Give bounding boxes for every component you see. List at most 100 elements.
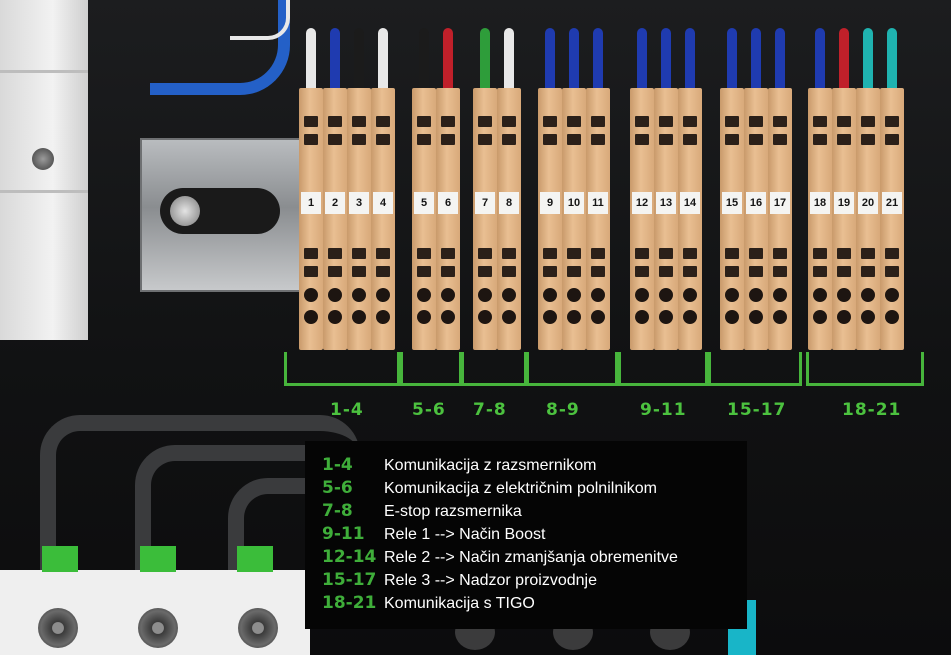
wire-red [839, 28, 849, 92]
wire-blue [751, 28, 761, 92]
wire-blue [637, 28, 647, 92]
green-cable-sleeve [140, 546, 176, 572]
terminal-block: 9 [538, 88, 562, 350]
terminal-block: 13 [654, 88, 678, 350]
terminal-block: 21 [880, 88, 904, 350]
wire-white [504, 28, 514, 92]
legend-text: Rele 3 --> Nadzor proizvodnje [384, 572, 597, 589]
wire-blue [775, 28, 785, 92]
terminal-block: 3 [347, 88, 371, 350]
green-cable-sleeve [42, 546, 78, 572]
terminal-number: 21 [882, 192, 902, 214]
legend-key: 1-4 [322, 455, 353, 475]
terminal-block: 5 [412, 88, 436, 350]
terminal-number: 9 [540, 192, 560, 214]
terminal-block: 15 [720, 88, 744, 350]
rail-screw-icon [170, 196, 200, 226]
legend-text: Rele 1 --> Način Boost [384, 526, 546, 543]
range-label-8-9: 8-9 [546, 400, 580, 420]
terminal-number: 17 [770, 192, 790, 214]
terminal-block: 16 [744, 88, 768, 350]
range-label-15-17: 15-17 [727, 400, 787, 420]
terminal-block: 14 [678, 88, 702, 350]
terminal-block: 12 [630, 88, 654, 350]
wire-teal [863, 28, 873, 92]
terminal-number: 16 [746, 192, 766, 214]
wire-blue [330, 28, 340, 92]
terminal-number: 20 [858, 192, 878, 214]
terminal-block: 11 [586, 88, 610, 350]
legend-key: 5-6 [322, 478, 353, 498]
terminal-block: 10 [562, 88, 586, 350]
wire-black [419, 28, 429, 92]
terminal-number: 10 [564, 192, 584, 214]
terminal-block: 20 [856, 88, 880, 350]
group-bracket [400, 352, 462, 386]
legend-text: Komunikacija z električnim polnilnikom [384, 480, 657, 497]
wire-white [306, 28, 316, 92]
range-label-18-21: 18-21 [842, 400, 902, 420]
terminal-block: 17 [768, 88, 792, 350]
white-wire [230, 0, 290, 40]
terminal-number: 8 [499, 192, 519, 214]
wire-blue [593, 28, 603, 92]
module-screw-icon [32, 148, 54, 170]
wire-blue [815, 28, 825, 92]
wire-teal [887, 28, 897, 92]
terminal-number: 2 [325, 192, 345, 214]
legend-key: 7-8 [322, 501, 353, 521]
wire-white [378, 28, 388, 92]
group-bracket [461, 352, 527, 386]
terminal-legend: 1-4 Komunikacija z razsmernikom 5-6 Komu… [305, 441, 747, 629]
terminal-number: 6 [438, 192, 458, 214]
group-bracket [526, 352, 618, 386]
range-label-5-6: 5-6 [412, 400, 446, 420]
group-bracket [708, 352, 802, 386]
breaker-screw-icon [38, 608, 78, 648]
terminal-block-photo: 1 2 3 4 5 6 7 8 9 10 11 12 13 14 15 16 17 18 19 20 21 1-4 5-… [0, 0, 951, 655]
legend-text: Komunikacija z razsmernikom [384, 457, 597, 474]
terminal-number: 3 [349, 192, 369, 214]
terminal-number: 4 [373, 192, 393, 214]
terminal-block: 7 [473, 88, 497, 350]
terminal-number: 11 [588, 192, 608, 214]
group-bracket [618, 352, 708, 386]
wire-blue [545, 28, 555, 92]
breaker-screw-icon [138, 608, 178, 648]
terminal-block: 19 [832, 88, 856, 350]
legend-text: Komunikacija s TIGO [384, 595, 535, 612]
terminal-block: 8 [497, 88, 521, 350]
wire-black [354, 28, 364, 92]
legend-key: 15-17 [322, 570, 377, 590]
terminal-number: 15 [722, 192, 742, 214]
wire-blue [685, 28, 695, 92]
group-bracket [284, 352, 400, 386]
group-bracket [806, 352, 924, 386]
legend-key: 9-11 [322, 524, 365, 544]
terminal-number: 18 [810, 192, 830, 214]
wire-blue [569, 28, 579, 92]
terminal-block: 6 [436, 88, 460, 350]
wire-blue [727, 28, 737, 92]
green-cable-sleeve [237, 546, 273, 572]
terminal-block: 18 [808, 88, 832, 350]
legend-key: 12-14 [322, 547, 377, 567]
terminal-block: 2 [323, 88, 347, 350]
terminal-block: 4 [371, 88, 395, 350]
wire-green [480, 28, 490, 92]
wire-red [443, 28, 453, 92]
legend-text: E-stop razsmernika [384, 503, 522, 520]
terminal-number: 1 [301, 192, 321, 214]
terminal-number: 5 [414, 192, 434, 214]
wire-blue [661, 28, 671, 92]
terminal-number: 13 [656, 192, 676, 214]
breaker-screw-icon [238, 608, 278, 648]
legend-text: Rele 2 --> Način zmanjšanja obremenitve [384, 549, 678, 566]
range-label-7-8: 7-8 [473, 400, 507, 420]
range-label-9-11: 9-11 [640, 400, 687, 420]
legend-key: 18-21 [322, 593, 377, 613]
terminal-block: 1 [299, 88, 323, 350]
terminal-number: 14 [680, 192, 700, 214]
left-breaker-module [0, 0, 88, 340]
terminal-number: 12 [632, 192, 652, 214]
